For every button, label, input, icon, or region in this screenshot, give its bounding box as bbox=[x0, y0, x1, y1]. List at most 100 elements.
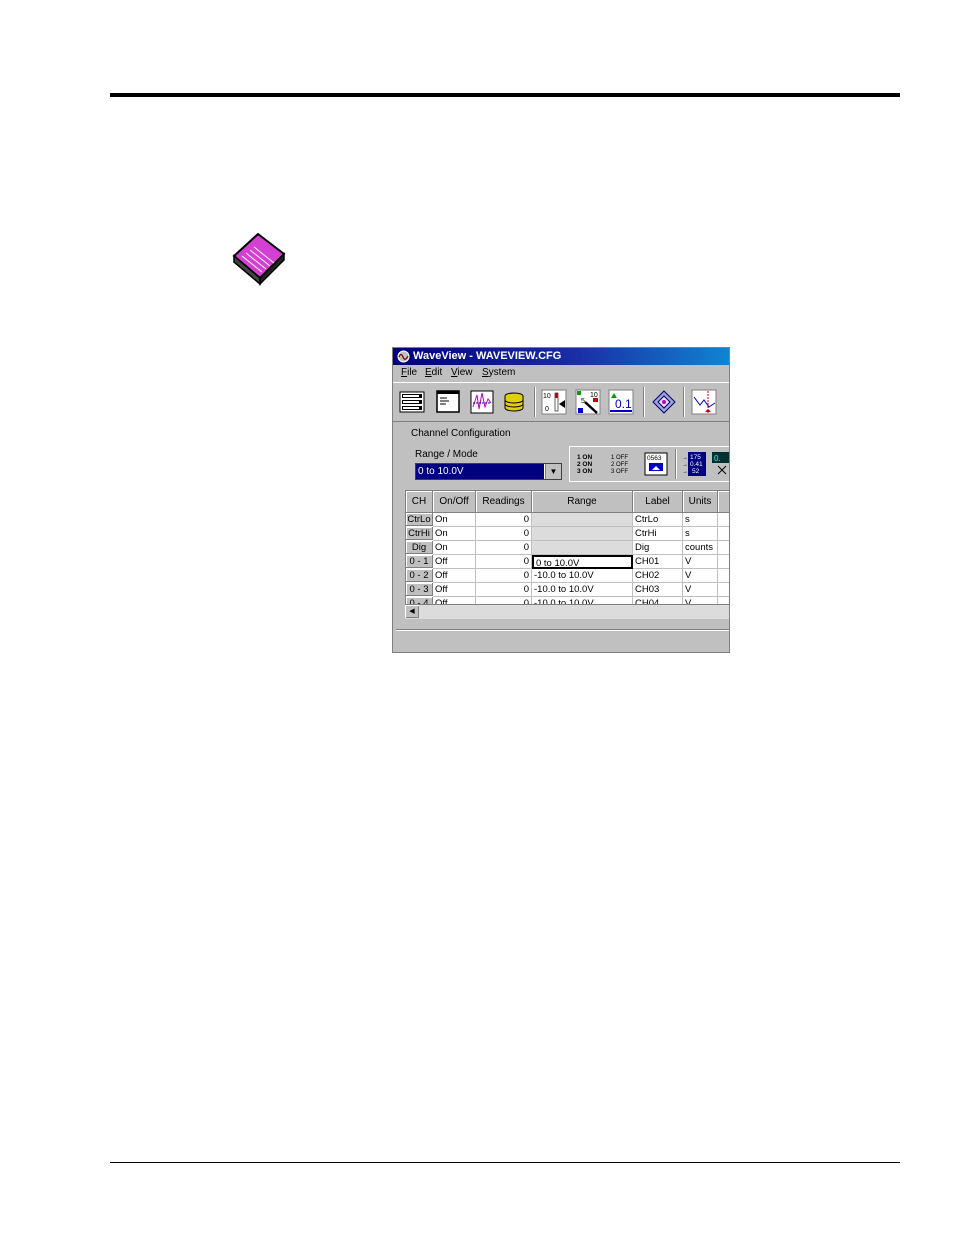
channel-grid: CH On/Off Readings Range Label Units Ctr… bbox=[405, 490, 729, 607]
arrow-glyph: → bbox=[682, 455, 688, 461]
range-scale-icon[interactable]: 10 0 bbox=[541, 389, 567, 415]
on-line-1: 1 ON bbox=[577, 454, 592, 461]
cell-units[interactable]: V bbox=[683, 555, 718, 569]
cell-extra[interactable] bbox=[718, 569, 729, 583]
window-title: WaveView - WAVEVIEW.CFG bbox=[413, 350, 562, 362]
cell-units[interactable]: s bbox=[683, 527, 718, 541]
title-bar[interactable]: WaveView - WAVEVIEW.CFG bbox=[393, 348, 729, 365]
status-bar bbox=[396, 629, 729, 648]
database-icon[interactable] bbox=[501, 389, 527, 415]
readout-icon[interactable]: 0.1 bbox=[608, 389, 634, 415]
cell-label[interactable]: CtrHi bbox=[633, 527, 683, 541]
channels-off-icon[interactable]: 1 OFF 2 OFF 3 OFF bbox=[610, 452, 634, 476]
cell-onoff[interactable]: Off bbox=[433, 555, 476, 569]
scaling-icon[interactable]: 175 0.41 52 → → → bbox=[682, 452, 706, 476]
cell-units[interactable]: V bbox=[683, 583, 718, 597]
cell-label[interactable]: CH01 bbox=[633, 555, 683, 569]
waveform-icon[interactable] bbox=[469, 389, 495, 415]
on-line-2: 2 ON bbox=[577, 461, 592, 468]
settings-diamond-icon[interactable] bbox=[651, 389, 677, 415]
waveview-app-icon bbox=[397, 350, 410, 363]
scale-line-1: 175 bbox=[690, 454, 701, 461]
toolbar-separator bbox=[683, 387, 685, 417]
column-header-readings[interactable]: Readings bbox=[476, 491, 532, 513]
cell-onoff[interactable]: On bbox=[433, 527, 476, 541]
cell-range[interactable] bbox=[532, 527, 633, 541]
range-mode-dropdown[interactable]: 0 to 10.0V ▼ bbox=[415, 463, 562, 480]
off-line-1: 1 OFF bbox=[611, 455, 628, 461]
menu-view[interactable]: View bbox=[451, 367, 473, 378]
cell-units[interactable]: counts bbox=[683, 541, 718, 555]
cell-readings[interactable]: 0 bbox=[476, 569, 532, 583]
off-line-2: 2 OFF bbox=[611, 462, 628, 468]
cell-onoff[interactable]: Off bbox=[433, 583, 476, 597]
column-header-units[interactable]: Units bbox=[683, 491, 718, 513]
readings-top-label: 0563 bbox=[647, 455, 662, 462]
horizontal-scrollbar[interactable]: ◀ bbox=[405, 604, 729, 619]
cell-label[interactable]: CtrLo bbox=[633, 513, 683, 527]
chevron-down-icon[interactable]: ▼ bbox=[545, 464, 561, 479]
cell-label[interactable]: CH02 bbox=[633, 569, 683, 583]
cell-readings[interactable]: 0 bbox=[476, 555, 532, 569]
column-header-range[interactable]: Range bbox=[532, 491, 633, 513]
header-rule bbox=[110, 93, 900, 97]
column-header-label[interactable]: Label bbox=[633, 491, 683, 513]
toolbar: 10 0 10 5 0.1 bbox=[393, 382, 729, 422]
row-header[interactable]: 0 - 1 bbox=[406, 555, 433, 568]
cell-readings[interactable]: 0 bbox=[476, 583, 532, 597]
cell-extra[interactable] bbox=[718, 555, 729, 569]
row-header[interactable]: CtrLo bbox=[406, 513, 433, 526]
cell-extra[interactable] bbox=[718, 583, 729, 597]
column-header-ch[interactable]: CH bbox=[406, 491, 433, 513]
cell-range[interactable] bbox=[532, 513, 633, 527]
cell-extra[interactable] bbox=[718, 513, 729, 527]
channel-configuration-label: Channel Configuration bbox=[411, 428, 511, 439]
row-header[interactable]: 0 - 2 bbox=[406, 569, 433, 582]
reference-book-icon bbox=[232, 232, 286, 286]
cell-range[interactable] bbox=[532, 541, 633, 555]
scale-line-2: 0.41 bbox=[690, 461, 703, 468]
column-header-onoff[interactable]: On/Off bbox=[433, 491, 476, 513]
scale-top-label: 10 bbox=[543, 393, 551, 400]
menu-system[interactable]: System bbox=[482, 367, 515, 378]
menu-bar: File Edit View System bbox=[393, 365, 729, 381]
waveview-window: WaveView - WAVEVIEW.CFG File Edit View S… bbox=[392, 347, 730, 653]
column-header-extra[interactable] bbox=[718, 491, 729, 513]
cell-range[interactable]: -10.0 to 10.0V bbox=[532, 583, 633, 597]
cell-onoff[interactable]: Off bbox=[433, 569, 476, 583]
cell-label[interactable]: Dig bbox=[633, 541, 683, 555]
off-line-3: 3 OFF bbox=[611, 469, 628, 475]
cal-mid-label: 5 bbox=[581, 398, 585, 405]
cell-units[interactable]: s bbox=[683, 513, 718, 527]
row-header[interactable]: CtrHi bbox=[406, 527, 433, 540]
partial-mode-icon[interactable]: 0. bbox=[712, 452, 730, 476]
document-icon[interactable] bbox=[435, 389, 461, 415]
cell-onoff[interactable]: On bbox=[433, 541, 476, 555]
row-header[interactable]: Dig bbox=[406, 541, 433, 554]
cell-units[interactable]: V bbox=[683, 569, 718, 583]
cell-readings[interactable]: 0 bbox=[476, 541, 532, 555]
wbk-list-icon[interactable] bbox=[399, 389, 425, 415]
cal-top-label: 10 bbox=[590, 392, 598, 399]
toolbar-separator bbox=[643, 387, 645, 417]
calibrate-icon[interactable]: 10 5 bbox=[575, 389, 601, 415]
scale-line-3: 52 bbox=[692, 468, 700, 475]
cell-range[interactable]: -10.0 to 10.0V bbox=[532, 569, 633, 583]
cell-readings[interactable]: 0 bbox=[476, 513, 532, 527]
cell-extra[interactable] bbox=[718, 527, 729, 541]
scroll-left-icon[interactable]: ◀ bbox=[405, 605, 419, 618]
readings-icon[interactable]: 0563 bbox=[644, 452, 668, 476]
range-mode-label: Range / Mode bbox=[415, 449, 478, 460]
cell-readings[interactable]: 0 bbox=[476, 527, 532, 541]
cell-range[interactable]: 0 to 10.0V bbox=[532, 555, 633, 569]
cell-label[interactable]: CH03 bbox=[633, 583, 683, 597]
scope-plot-icon[interactable] bbox=[691, 389, 717, 415]
channels-on-icon[interactable]: 1 ON 2 ON 3 ON bbox=[576, 452, 600, 476]
menu-file[interactable]: File bbox=[401, 367, 417, 378]
row-header[interactable]: 0 - 3 bbox=[406, 583, 433, 596]
cell-onoff[interactable]: On bbox=[433, 513, 476, 527]
readout-value: 0.1 bbox=[615, 397, 632, 411]
cell-extra[interactable] bbox=[718, 541, 729, 555]
menu-edit[interactable]: Edit bbox=[425, 367, 442, 378]
scale-bottom-label: 0 bbox=[545, 406, 549, 413]
